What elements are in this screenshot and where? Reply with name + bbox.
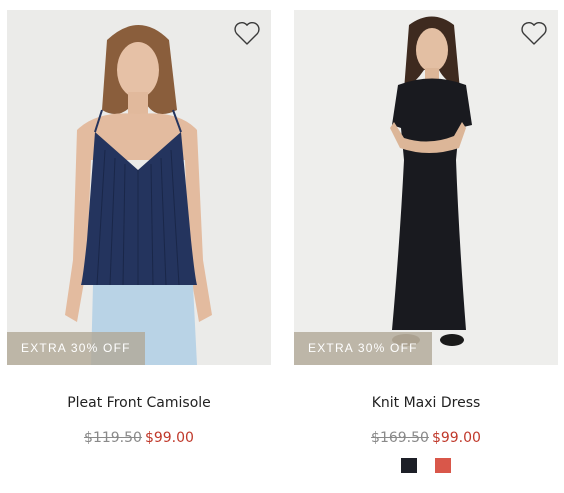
wishlist-button[interactable] — [520, 20, 548, 46]
color-swatches — [294, 458, 558, 473]
sale-price: $99.00 — [431, 430, 481, 446]
model-photo-camisole — [7, 10, 271, 365]
product-image[interactable]: EXTRA 30% OFF — [294, 10, 558, 365]
sale-price: $99.00 — [144, 430, 194, 446]
swatch-coral[interactable] — [435, 458, 451, 473]
promo-badge: EXTRA 30% OFF — [294, 332, 432, 365]
model-photo-maxi-dress — [294, 10, 558, 365]
promo-badge: EXTRA 30% OFF — [7, 332, 145, 365]
product-image[interactable]: EXTRA 30% OFF — [7, 10, 271, 365]
swatch-black[interactable] — [401, 458, 417, 473]
wishlist-button[interactable] — [233, 20, 261, 46]
original-price: $119.50 — [84, 430, 142, 446]
product-name[interactable]: Knit Maxi Dress — [294, 395, 558, 411]
product-price: $169.50 $99.00 — [294, 430, 558, 446]
product-card-pleat-front-camisole[interactable]: EXTRA 30% OFF Pleat Front Camisole $119.… — [7, 10, 271, 446]
product-card-knit-maxi-dress[interactable]: EXTRA 30% OFF Knit Maxi Dress $169.50 $99… — [294, 10, 558, 473]
product-name[interactable]: Pleat Front Camisole — [7, 395, 271, 411]
heart-outline-icon — [521, 21, 547, 45]
product-price: $119.50 $99.00 — [7, 430, 271, 446]
original-price: $169.50 — [371, 430, 429, 446]
product-grid: EXTRA 30% OFF Pleat Front Camisole $119.… — [0, 0, 564, 493]
heart-outline-icon — [234, 21, 260, 45]
